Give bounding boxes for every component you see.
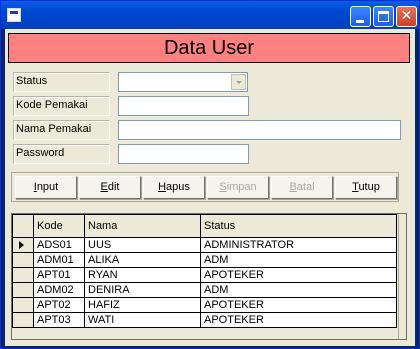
cell-kode[interactable]: ADM02 (33, 282, 85, 298)
kode-pemakai-label: Kode Pemakai (13, 96, 110, 116)
nama-pemakai-input[interactable] (118, 120, 401, 140)
cell-kode[interactable]: ADS01 (33, 237, 85, 253)
hapus-button[interactable]: Hapus (143, 176, 205, 199)
edit-button[interactable]: Edit (79, 176, 141, 199)
row-selector[interactable] (12, 267, 34, 283)
cell-nama[interactable]: RYAN (84, 267, 201, 283)
cell-kode[interactable]: ADM01 (33, 252, 85, 268)
vertical-scrollbar[interactable] (398, 214, 406, 339)
column-header-kode[interactable]: Kode (33, 214, 85, 238)
minimize-button[interactable] (350, 6, 371, 27)
cell-kode[interactable]: APT02 (33, 297, 85, 313)
cell-nama[interactable]: UUS (84, 237, 201, 253)
title-bar[interactable]: ✕ (1, 1, 419, 29)
app-window: ✕ Data User Status Kode Pemakai Nama Pem… (0, 0, 420, 349)
user-table: Kode Nama Status ADS01 UUS ADMINISTRATOR AD… (12, 214, 397, 328)
maximize-icon (378, 11, 389, 22)
user-data-grid[interactable]: Kode Nama Status ADS01 UUS ADMINISTRATOR AD… (11, 213, 407, 340)
status-combobox[interactable] (118, 72, 248, 92)
cell-nama[interactable]: WATI (84, 312, 201, 328)
kode-pemakai-input[interactable] (118, 96, 249, 116)
table-row[interactable]: APT01 RYAN APOTEKER (12, 267, 397, 283)
cell-status[interactable]: APOTEKER (200, 267, 397, 283)
row-selector[interactable] (12, 237, 34, 253)
chevron-down-icon[interactable] (231, 74, 246, 90)
cell-status[interactable]: ADMINISTRATOR (200, 237, 397, 253)
row-selector[interactable] (12, 297, 34, 313)
table-header-row: Kode Nama Status (12, 214, 397, 238)
close-button[interactable]: ✕ (396, 6, 417, 27)
column-header-nama[interactable]: Nama (84, 214, 201, 238)
current-row-arrow-icon (19, 241, 24, 249)
table-row[interactable]: APT03 WATI APOTEKER (12, 312, 397, 328)
tutup-button[interactable]: Tutup (335, 176, 397, 199)
cell-kode[interactable]: APT01 (33, 267, 85, 283)
table-row[interactable]: ADM02 DENIRA ADM (12, 282, 397, 298)
input-button[interactable]: Input (15, 176, 77, 199)
cell-nama[interactable]: DENIRA (84, 282, 201, 298)
table-row[interactable]: ADS01 UUS ADMINISTRATOR (12, 237, 397, 253)
nama-pemakai-label: Nama Pemakai (13, 120, 110, 140)
close-icon: ✕ (400, 8, 413, 24)
cell-nama[interactable]: ALIKA (84, 252, 201, 268)
row-selector-header (12, 214, 34, 238)
password-label: Password (13, 144, 110, 164)
cell-status[interactable]: APOTEKER (200, 312, 397, 328)
table-row[interactable]: ADM01 ALIKA ADM (12, 252, 397, 268)
page-title: Data User (163, 37, 255, 59)
form-client-area: Data User Status Kode Pemakai Nama Pemak… (5, 29, 415, 346)
row-selector[interactable] (12, 282, 34, 298)
password-input[interactable] (118, 144, 249, 164)
row-selector[interactable] (12, 312, 34, 328)
cell-nama[interactable]: HAFIZ (84, 297, 201, 313)
table-row[interactable]: APT02 HAFIZ APOTEKER (12, 297, 397, 313)
row-selector[interactable] (12, 252, 34, 268)
cell-status[interactable]: APOTEKER (200, 297, 397, 313)
column-header-status[interactable]: Status (200, 214, 397, 238)
simpan-button[interactable]: Simpan (207, 176, 269, 199)
status-label: Status (13, 72, 110, 92)
button-bar: Input Edit Hapus Simpan Batal Tutup (11, 172, 399, 202)
minimize-icon (356, 20, 364, 23)
cell-kode[interactable]: APT03 (33, 312, 85, 328)
header-banner: Data User (8, 33, 410, 63)
cell-status[interactable]: ADM (200, 282, 397, 298)
maximize-button[interactable] (373, 6, 394, 27)
cell-status[interactable]: ADM (200, 252, 397, 268)
batal-button[interactable]: Batal (271, 176, 333, 199)
app-icon[interactable] (7, 8, 21, 22)
